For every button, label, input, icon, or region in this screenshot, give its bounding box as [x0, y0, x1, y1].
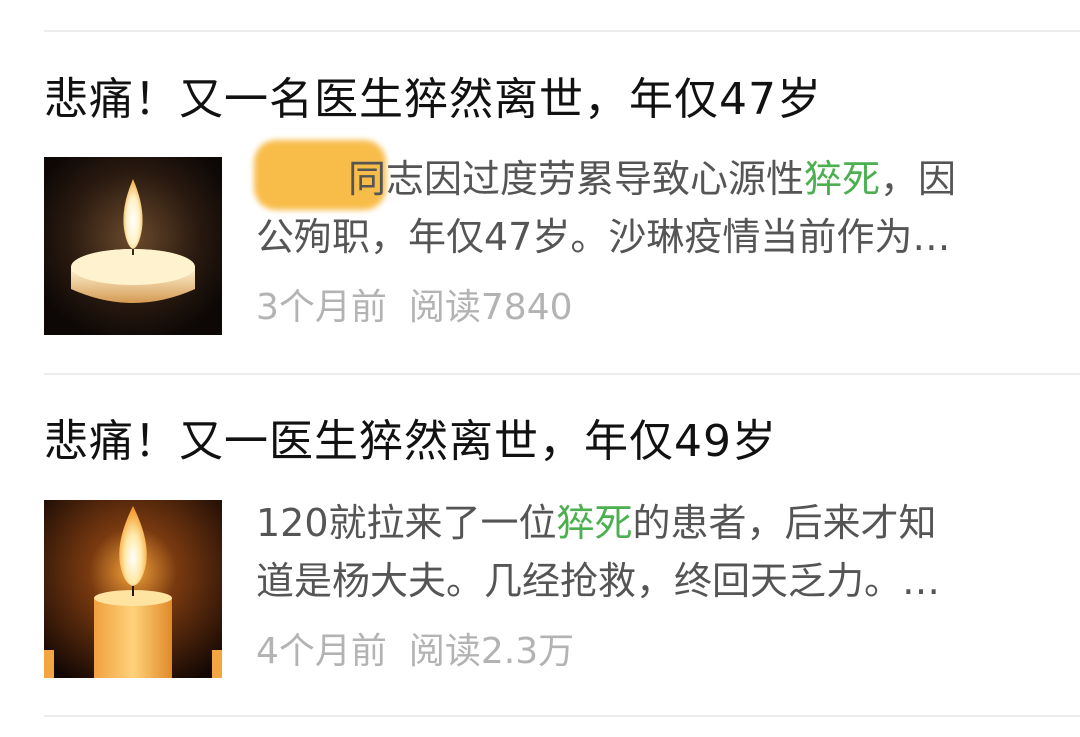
- read-count: 阅读7840: [408, 287, 573, 328]
- article-summary: 120就拉来了一位猝死的患者，后来才知 道是杨大夫。几经抢救，终回天乏力。…: [256, 494, 1016, 610]
- summary-text: 120就拉来了一位: [256, 501, 557, 545]
- article-item[interactable]: 悲痛！又一医生猝然离世，年仅49岁 120就拉来了一位猝死的患者，后来才知 道是…: [0, 414, 1080, 734]
- article-summary: 同志因过度劳累导致心源性猝死，因 公殉职，年仅47岁。沙琳疫情当前作为…: [256, 150, 1016, 266]
- keyword-highlight: 猝死: [804, 157, 881, 201]
- article-title[interactable]: 悲痛！又一名医生猝然离世，年仅47岁: [44, 72, 822, 128]
- top-divider: [44, 30, 1080, 32]
- article-thumbnail[interactable]: [44, 157, 222, 335]
- read-count: 阅读2.3万: [408, 631, 575, 672]
- summary-text: 同志因过度劳累导致心源性: [348, 157, 805, 201]
- article-meta: 3个月前 阅读7840: [256, 284, 595, 332]
- article-meta: 4个月前 阅读2.3万: [256, 628, 596, 676]
- article-item[interactable]: 悲痛！又一名医生猝然离世，年仅47岁 同志因过度劳累导致心源性猝死，因 公殉职，…: [0, 72, 1080, 392]
- publish-time: 4个月前: [256, 631, 387, 672]
- article-thumbnail[interactable]: [44, 500, 222, 678]
- bottom-divider: [44, 715, 1080, 717]
- article-title[interactable]: 悲痛！又一医生猝然离世，年仅49岁: [44, 414, 777, 470]
- summary-text: ，因: [880, 157, 957, 201]
- keyword-highlight: 猝死: [556, 501, 633, 545]
- summary-text: 道是杨大夫。几经抢救，终回天乏力。…: [256, 559, 941, 603]
- article-divider: [44, 373, 1080, 375]
- summary-text: 公殉职，年仅47岁。沙琳疫情当前作为…: [256, 215, 951, 259]
- candle-icon: [44, 500, 222, 678]
- candle-icon: [44, 157, 222, 335]
- summary-text: 的患者，后来才知: [632, 501, 937, 545]
- publish-time: 3个月前: [256, 287, 387, 328]
